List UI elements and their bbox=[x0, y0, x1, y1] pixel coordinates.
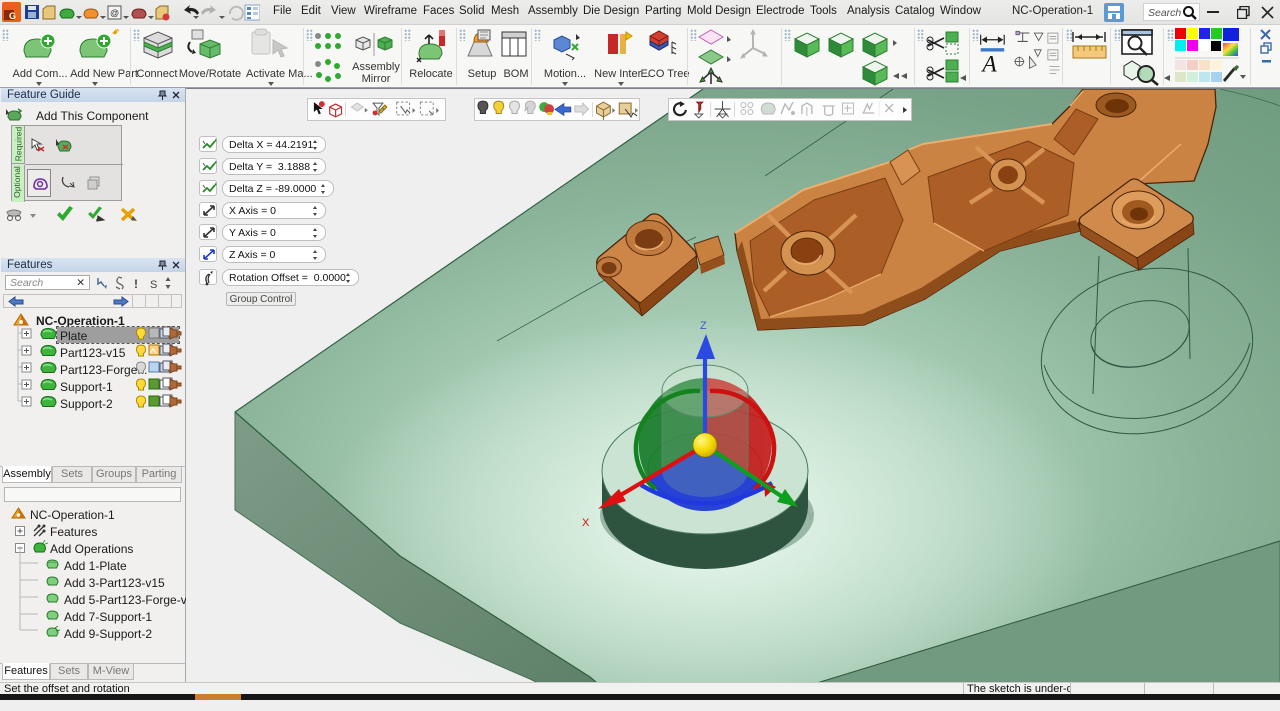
svg-text:G: G bbox=[9, 11, 16, 21]
svg-text:Z: Z bbox=[700, 320, 707, 332]
svg-text:Y: Y bbox=[807, 511, 815, 523]
svg-text:A: A bbox=[980, 52, 997, 78]
svg-text:!: ! bbox=[134, 277, 138, 290]
svg-text:X: X bbox=[582, 517, 590, 529]
svg-text:@: @ bbox=[110, 8, 119, 18]
svg-text:S: S bbox=[150, 279, 157, 290]
